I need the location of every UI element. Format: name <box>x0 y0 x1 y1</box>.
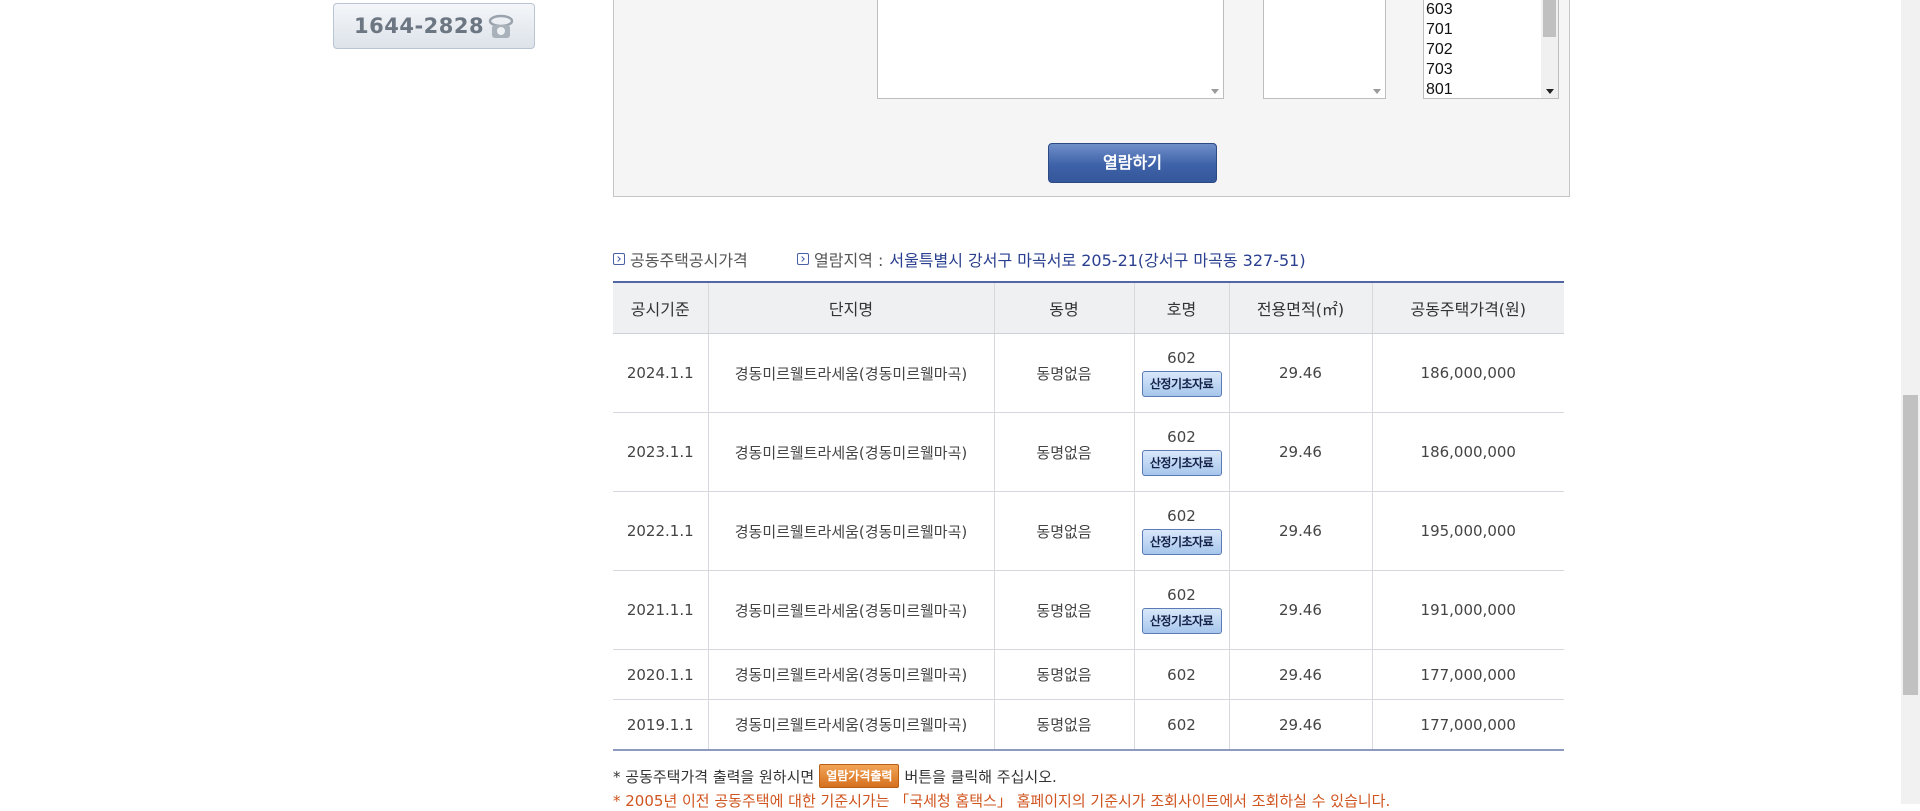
ho-number: 602 <box>1167 586 1196 604</box>
section-title-text: 공동주택공시가격 <box>630 251 748 270</box>
col-header-price: 공동주택가격(원) <box>1372 281 1564 334</box>
print-note-suffix: 버튼을 클릭해 주십시오. <box>904 767 1057 786</box>
scroll-down-arrow-icon[interactable] <box>1211 89 1219 94</box>
region-info: 열람지역 : 서울특별시 강서구 마곡서로 205-21(강서구 마곡동 327… <box>797 247 1306 271</box>
page-scrollbar[interactable] <box>1901 0 1920 804</box>
cell-complex: 경동미르웰트라세움(경동미르웰마곡) <box>708 491 995 571</box>
pre2005-note: * 2005년 이전 공동주택에 대한 기준시가는 「국세청 홈택스」 홈페이지… <box>613 792 1391 810</box>
arrow-box-icon <box>613 253 625 265</box>
cell-dong: 동명없음 <box>994 699 1135 751</box>
cell-ho: 602 산정기초자료 <box>1134 412 1230 492</box>
cell-ho: 602 <box>1134 699 1230 751</box>
cell-dong: 동명없음 <box>994 649 1135 700</box>
cell-area: 29.46 <box>1229 412 1373 492</box>
cell-date: 2020.1.1 <box>613 649 709 700</box>
table-row: 2020.1.1 경동미르웰트라세움(경동미르웰마곡) 동명없음 602 29.… <box>613 649 1564 700</box>
cell-ho: 602 산정기초자료 <box>1134 333 1230 413</box>
cell-complex: 경동미르웰트라세움(경동미르웰마곡) <box>708 333 995 413</box>
cell-dong: 동명없음 <box>994 333 1135 413</box>
complex-listbox[interactable] <box>877 0 1224 99</box>
col-header-dong: 동명 <box>994 281 1135 334</box>
cell-complex: 경동미르웰트라세움(경동미르웰마곡) <box>708 412 995 492</box>
unit-option[interactable]: 603 <box>1424 0 1542 20</box>
cell-price: 186,000,000 <box>1372 333 1564 413</box>
cell-area: 29.46 <box>1229 699 1373 751</box>
ho-number: 602 <box>1167 428 1196 446</box>
col-header-area: 전용면적(㎡) <box>1229 281 1373 334</box>
cell-date: 2022.1.1 <box>613 491 709 571</box>
dong-listbox[interactable] <box>1263 0 1386 99</box>
print-note-prefix: * 공동주택가격 출력을 원하시면 <box>613 767 815 786</box>
unit-options: 602 603 701 702 703 801 <box>1424 0 1542 98</box>
table-row: 2021.1.1 경동미르웰트라세움(경동미르웰마곡) 동명없음 602 산정기초… <box>613 570 1564 650</box>
search-panel: 602 603 701 702 703 801 열람하기 <box>613 0 1570 197</box>
phone-badge: 1644-2828 <box>333 3 535 49</box>
cell-area: 29.46 <box>1229 649 1373 700</box>
phone-number: 1644-2828 <box>354 14 485 38</box>
scroll-down-arrow-icon[interactable] <box>1546 89 1554 94</box>
cell-ho: 602 산정기초자료 <box>1134 570 1230 650</box>
cell-date: 2023.1.1 <box>613 412 709 492</box>
cell-price: 186,000,000 <box>1372 412 1564 492</box>
cell-price: 177,000,000 <box>1372 699 1564 751</box>
region-address: 서울특별시 강서구 마곡서로 205-21(강서구 마곡동 327-51) <box>889 251 1306 270</box>
region-label: 열람지역 : <box>814 251 884 270</box>
arrow-box-icon <box>797 253 809 265</box>
cell-date: 2024.1.1 <box>613 333 709 413</box>
cell-complex: 경동미르웰트라세움(경동미르웰마곡) <box>708 699 995 751</box>
unit-option[interactable]: 703 <box>1424 60 1542 80</box>
scroll-down-arrow-icon[interactable] <box>1373 89 1381 94</box>
view-button[interactable]: 열람하기 <box>1048 143 1217 183</box>
price-table: 공시기준 단지명 동명 호명 전용면적(㎡) 공동주택가격(원) 2024.1.… <box>613 281 1564 751</box>
table-header-row: 공시기준 단지명 동명 호명 전용면적(㎡) 공동주택가격(원) <box>613 281 1564 334</box>
unit-option[interactable]: 702 <box>1424 40 1542 60</box>
cell-price: 177,000,000 <box>1372 649 1564 700</box>
col-header-complex: 단지명 <box>708 281 995 334</box>
ho-number: 602 <box>1167 349 1196 367</box>
cell-price: 191,000,000 <box>1372 570 1564 650</box>
cell-dong: 동명없음 <box>994 570 1135 650</box>
unit-listbox-scrollbar[interactable] <box>1541 0 1558 98</box>
cell-date: 2021.1.1 <box>613 570 709 650</box>
cell-ho: 602 산정기초자료 <box>1134 491 1230 571</box>
cell-area: 29.46 <box>1229 333 1373 413</box>
table-row: 2019.1.1 경동미르웰트라세움(경동미르웰마곡) 동명없음 602 29.… <box>613 699 1564 751</box>
calc-basis-button[interactable]: 산정기초자료 <box>1141 529 1222 555</box>
cell-date: 2019.1.1 <box>613 699 709 751</box>
telephone-icon <box>488 14 514 38</box>
unit-option[interactable]: 801 <box>1424 80 1542 98</box>
section-title: 공동주택공시가격 <box>613 247 748 271</box>
cell-dong: 동명없음 <box>994 491 1135 571</box>
table-row: 2024.1.1 경동미르웰트라세움(경동미르웰마곡) 동명없음 602 산정기초… <box>613 333 1564 413</box>
calc-basis-button[interactable]: 산정기초자료 <box>1141 371 1222 397</box>
cell-complex: 경동미르웰트라세움(경동미르웰마곡) <box>708 649 995 700</box>
table-row: 2023.1.1 경동미르웰트라세움(경동미르웰마곡) 동명없음 602 산정기초… <box>613 412 1564 492</box>
col-header-ho: 호명 <box>1134 281 1230 334</box>
unit-option[interactable]: 701 <box>1424 20 1542 40</box>
cell-dong: 동명없음 <box>994 412 1135 492</box>
scrollbar-thumb[interactable] <box>1543 0 1556 37</box>
cell-area: 29.46 <box>1229 491 1373 571</box>
cell-complex: 경동미르웰트라세움(경동미르웰마곡) <box>708 570 995 650</box>
print-price-button[interactable]: 열람가격출력 <box>819 764 900 788</box>
cell-area: 29.46 <box>1229 570 1373 650</box>
calc-basis-button[interactable]: 산정기초자료 <box>1141 608 1222 634</box>
table-row: 2022.1.1 경동미르웰트라세움(경동미르웰마곡) 동명없음 602 산정기초… <box>613 491 1564 571</box>
cell-price: 195,000,000 <box>1372 491 1564 571</box>
page-scrollbar-thumb[interactable] <box>1903 395 1918 695</box>
ho-number: 602 <box>1167 507 1196 525</box>
calc-basis-button[interactable]: 산정기초자료 <box>1141 450 1222 476</box>
unit-listbox[interactable]: 602 603 701 702 703 801 <box>1423 0 1559 99</box>
cell-ho: 602 <box>1134 649 1230 700</box>
print-note: * 공동주택가격 출력을 원하시면 열람가격출력 버튼을 클릭해 주십시오. <box>613 764 1057 788</box>
col-header-date: 공시기준 <box>613 281 709 334</box>
